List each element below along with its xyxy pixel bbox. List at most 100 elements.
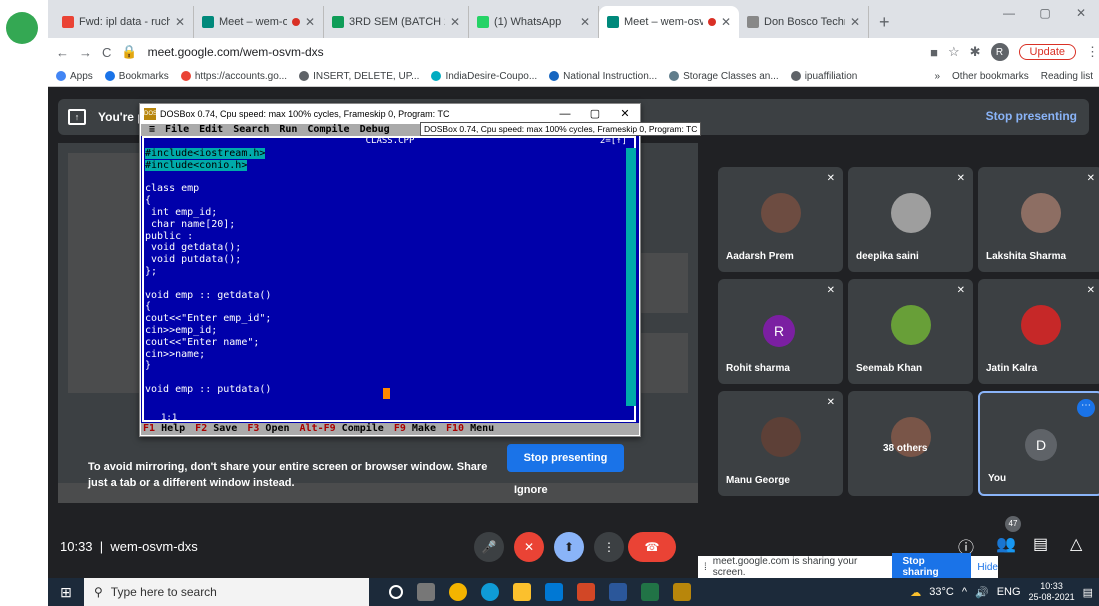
tab-close-icon[interactable]: ✕ [175,15,185,29]
extensions-icon[interactable]: ✱ [970,44,981,60]
tc-menu-item[interactable]: Compile [307,124,349,136]
tab-2[interactable]: 3RD SEM (BATCH 2020 ✕ [324,6,469,38]
lock-icon[interactable]: 🔒 [121,44,137,60]
file-explorer-icon[interactable] [513,583,531,601]
tab-3[interactable]: (1) WhatsApp ✕ [469,6,599,38]
participant-tile[interactable]: ✕ Aadarsh Prem [718,167,843,272]
reading-list[interactable]: Reading list [1041,71,1093,82]
more-icon[interactable]: ⋯ [1077,399,1095,417]
task-view-icon[interactable] [417,583,435,601]
present-button[interactable]: ⬆ [554,532,584,562]
other-bookmarks[interactable]: Other bookmarks [952,71,1029,82]
tab-0[interactable]: Fwd: ipl data - ruchi.bt ✕ [54,6,194,38]
share-drag-icon[interactable]: ⁞ [704,562,707,573]
cortana-icon[interactable] [389,585,403,599]
bookmark-2[interactable]: https://accounts.go... [180,71,287,82]
ignore-button[interactable]: Ignore [514,484,548,496]
language[interactable]: ENG [997,586,1021,598]
powerpoint-icon[interactable] [577,583,595,601]
star-icon[interactable]: ☆ [948,44,960,60]
tc-menu-item[interactable]: Debug [360,124,390,136]
tab-5[interactable]: Don Bosco Technical In ✕ [739,6,869,38]
participant-tile[interactable]: ✕ Seemab Khan [848,279,973,384]
tc-status-item[interactable]: F2 Save [195,423,237,435]
volume-icon[interactable]: 🔊 [975,586,989,599]
tc-status-item[interactable]: F9 Make [394,423,436,435]
bookmark-0[interactable]: Apps [56,71,93,82]
more-options-button[interactable]: ⋮ [594,532,624,562]
dos-maximize-button[interactable]: ▢ [580,104,610,124]
more-bookmarks-button[interactable]: » [934,71,940,82]
tab-close-icon[interactable]: ✕ [450,15,460,29]
people-icon[interactable]: 👥 [996,534,1016,554]
maximize-button[interactable]: ▢ [1027,0,1063,26]
word-icon[interactable] [609,583,627,601]
close-button[interactable]: ✕ [1063,0,1099,26]
code-area[interactable]: #include<iostream.h> #include<conio.h> cla… [145,148,271,396]
tray-chevron-icon[interactable]: ^ [962,586,967,598]
forward-icon[interactable]: → [79,45,92,60]
bookmark-5[interactable]: National Instruction... [549,71,657,82]
participant-tile[interactable]: ✕ Manu George [718,391,843,496]
tc-status-item[interactable]: F10 Menu [446,423,494,435]
bookmark-6[interactable]: Storage Classes an... [669,71,779,82]
new-tab-button[interactable]: + [869,6,900,38]
tc-status-item[interactable]: F1 Help [143,423,185,435]
tab-close-icon[interactable]: ✕ [580,15,590,29]
chrome-icon[interactable] [449,583,467,601]
update-button[interactable]: Update [1018,44,1076,60]
excel-icon[interactable] [641,583,659,601]
bookmark-7[interactable]: ipuaffiliation [790,71,857,82]
tc-menu-item[interactable]: Run [279,124,297,136]
tc-menu-item[interactable]: Edit [199,124,223,136]
minimize-button[interactable]: — [991,0,1027,26]
participant-tile[interactable]: ✕ Jatin Kalra [978,279,1099,384]
tab-4[interactable]: Meet – wem-osvm ✕ [599,6,739,38]
clock[interactable]: 10:33 25-08-2021 [1029,581,1075,603]
bookmark-4[interactable]: IndiaDesire-Coupo... [431,71,537,82]
taskbar-search[interactable]: ⚲ Type here to search [84,578,369,606]
participant-name: You [988,473,1007,484]
mail-icon[interactable] [545,583,563,601]
dos-close-button[interactable]: ✕ [610,104,640,124]
notification-icon[interactable]: ▤ [1083,586,1093,599]
dos-minimize-button[interactable]: — [550,104,580,124]
banner-stop-presenting[interactable]: Stop presenting [986,109,1077,123]
participant-tile[interactable]: ⋯ D You [978,391,1099,496]
tc-status-item[interactable]: F3 Open [247,423,289,435]
stop-sharing-button[interactable]: Stop sharing [892,553,972,581]
participant-tile[interactable]: ✕ R Rohit sharma [718,279,843,384]
tc-menu-item[interactable]: File [165,124,189,136]
participant-tile[interactable]: 38 others [848,391,973,496]
url-field[interactable]: meet.google.com/wem-osvm-dxs [148,45,921,59]
hide-button[interactable]: Hide [977,562,998,573]
tab-1[interactable]: Meet – wem-osvm ✕ [194,6,324,38]
camera-off-button[interactable]: ✕ [514,532,544,562]
tab-close-icon[interactable]: ✕ [721,15,731,29]
bookmark-1[interactable]: Bookmarks [104,71,169,82]
participant-tile[interactable]: ✕ deepika saini [848,167,973,272]
back-icon[interactable]: ← [56,45,69,60]
participant-tile[interactable]: ✕ Lakshita Sharma [978,167,1099,272]
code-line: void emp :: putdata() [145,383,272,395]
stop-presenting-button[interactable]: Stop presenting [507,444,624,472]
tc-menu-item[interactable]: Search [233,124,269,136]
reload-icon[interactable]: C [102,45,111,60]
tc-status-item[interactable]: Alt-F9 Compile [300,423,384,435]
windows-start-icon[interactable]: ⊞ [48,584,84,601]
edge-icon[interactable] [481,583,499,601]
dosbox-taskbar-icon[interactable] [673,583,691,601]
activities-icon[interactable]: △ [1070,534,1082,554]
chat-icon[interactable]: ▤ [1033,534,1048,554]
tab-close-icon[interactable]: ✕ [305,15,315,29]
avatar-initial: D [1025,429,1057,461]
tab-close-icon[interactable]: ✕ [850,15,860,29]
bookmark-3[interactable]: INSERT, DELETE, UP... [299,71,419,82]
profile-avatar[interactable]: R [990,43,1009,61]
mic-button[interactable]: 🎤 [474,532,504,562]
camera-icon[interactable]: ■ [930,45,938,60]
menu-icon[interactable]: ⋮ [1086,44,1099,60]
tc-menu-item[interactable]: ≡ [149,124,155,136]
leave-call-button[interactable]: ☎ [628,532,676,562]
editor-scrollbar[interactable] [626,148,636,406]
